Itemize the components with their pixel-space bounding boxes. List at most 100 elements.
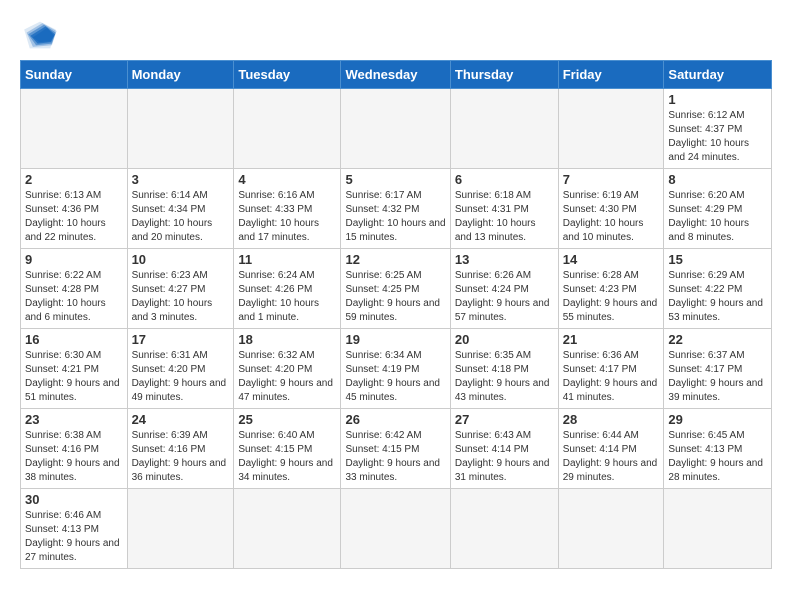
day-cell: 17 Sunrise: 6:31 AM Sunset: 4:20 PM Dayli… [127, 329, 234, 409]
day-cell [127, 489, 234, 569]
page-header [20, 20, 772, 50]
week-row-0: 1Sunrise: 6:12 AM Sunset: 4:37 PM Daylig… [21, 89, 772, 169]
day-info: Sunrise: 6:39 AM Sunset: 4:16 PM Dayligh… [132, 429, 230, 485]
day-cell [21, 89, 128, 169]
day-number: 24 [132, 412, 230, 427]
day-info: Sunrise: 6:42 AM Sunset: 4:15 PM Dayligh… [345, 429, 445, 485]
day-number: 6 [455, 172, 554, 187]
day-cell: 12 Sunrise: 6:25 AM Sunset: 4:25 PM Dayli… [341, 249, 450, 329]
day-cell [234, 89, 341, 169]
day-cell [450, 89, 558, 169]
day-info: Sunrise: 6:44 AM Sunset: 4:14 PM Dayligh… [563, 429, 660, 485]
day-cell: 22Sunrise: 6:37 AM Sunset: 4:17 PM Dayli… [664, 329, 772, 409]
day-info: Sunrise: 6:13 AM Sunset: 4:36 PM Dayligh… [25, 189, 123, 245]
day-number: 5 [345, 172, 445, 187]
day-number: 4 [238, 172, 336, 187]
day-info: Sunrise: 6:16 AM Sunset: 4:33 PM Dayligh… [238, 189, 336, 245]
day-cell: 11 Sunrise: 6:24 AM Sunset: 4:26 PM Dayli… [234, 249, 341, 329]
day-cell: 23 Sunrise: 6:38 AM Sunset: 4:16 PM Dayli… [21, 409, 128, 489]
day-number: 12 [345, 252, 445, 267]
day-number: 13 [455, 252, 554, 267]
day-number: 3 [132, 172, 230, 187]
day-number: 17 [132, 332, 230, 347]
day-cell: 27 Sunrise: 6:43 AM Sunset: 4:14 PM Dayli… [450, 409, 558, 489]
day-cell: 3Sunrise: 6:14 AM Sunset: 4:34 PM Daylig… [127, 169, 234, 249]
weekday-header-friday: Friday [558, 61, 664, 89]
day-number: 27 [455, 412, 554, 427]
day-info: Sunrise: 6:18 AM Sunset: 4:31 PM Dayligh… [455, 189, 554, 245]
day-info: Sunrise: 6:46 AM Sunset: 4:13 PM Dayligh… [25, 509, 123, 565]
logo [20, 20, 66, 50]
day-info: Sunrise: 6:29 AM Sunset: 4:22 PM Dayligh… [668, 269, 767, 325]
day-cell [341, 89, 450, 169]
day-cell: 19Sunrise: 6:34 AM Sunset: 4:19 PM Dayli… [341, 329, 450, 409]
day-number: 20 [455, 332, 554, 347]
day-number: 21 [563, 332, 660, 347]
day-info: Sunrise: 6:36 AM Sunset: 4:17 PM Dayligh… [563, 349, 660, 405]
day-info: Sunrise: 6:20 AM Sunset: 4:29 PM Dayligh… [668, 189, 767, 245]
day-cell [234, 489, 341, 569]
day-number: 25 [238, 412, 336, 427]
week-row-1: 2Sunrise: 6:13 AM Sunset: 4:36 PM Daylig… [21, 169, 772, 249]
day-cell: 9 Sunrise: 6:22 AM Sunset: 4:28 PM Daylig… [21, 249, 128, 329]
day-cell [127, 89, 234, 169]
day-number: 23 [25, 412, 123, 427]
day-cell [558, 489, 664, 569]
day-info: Sunrise: 6:35 AM Sunset: 4:18 PM Dayligh… [455, 349, 554, 405]
day-info: Sunrise: 6:45 AM Sunset: 4:13 PM Dayligh… [668, 429, 767, 485]
day-info: Sunrise: 6:22 AM Sunset: 4:28 PM Dayligh… [25, 269, 123, 325]
day-number: 16 [25, 332, 123, 347]
day-number: 1 [668, 92, 767, 107]
day-info: Sunrise: 6:28 AM Sunset: 4:23 PM Dayligh… [563, 269, 660, 325]
day-cell: 18Sunrise: 6:32 AM Sunset: 4:20 PM Dayli… [234, 329, 341, 409]
day-cell [558, 89, 664, 169]
week-row-3: 16 Sunrise: 6:30 AM Sunset: 4:21 PM Dayli… [21, 329, 772, 409]
day-info: Sunrise: 6:23 AM Sunset: 4:27 PM Dayligh… [132, 269, 230, 325]
day-cell: 24 Sunrise: 6:39 AM Sunset: 4:16 PM Dayli… [127, 409, 234, 489]
day-info: Sunrise: 6:30 AM Sunset: 4:21 PM Dayligh… [25, 349, 123, 405]
day-info: Sunrise: 6:25 AM Sunset: 4:25 PM Dayligh… [345, 269, 445, 325]
weekday-header-tuesday: Tuesday [234, 61, 341, 89]
day-cell: 5Sunrise: 6:17 AM Sunset: 4:32 PM Daylig… [341, 169, 450, 249]
week-row-5: 30 Sunrise: 6:46 AM Sunset: 4:13 PM Dayli… [21, 489, 772, 569]
day-info: Sunrise: 6:43 AM Sunset: 4:14 PM Dayligh… [455, 429, 554, 485]
weekday-header-thursday: Thursday [450, 61, 558, 89]
day-cell: 25 Sunrise: 6:40 AM Sunset: 4:15 PM Dayli… [234, 409, 341, 489]
day-cell: 28Sunrise: 6:44 AM Sunset: 4:14 PM Dayli… [558, 409, 664, 489]
day-cell: 15 Sunrise: 6:29 AM Sunset: 4:22 PM Dayli… [664, 249, 772, 329]
day-cell: 29 Sunrise: 6:45 AM Sunset: 4:13 PM Dayli… [664, 409, 772, 489]
day-number: 9 [25, 252, 123, 267]
day-cell: 10 Sunrise: 6:23 AM Sunset: 4:27 PM Dayli… [127, 249, 234, 329]
weekday-header-wednesday: Wednesday [341, 61, 450, 89]
day-cell: 1Sunrise: 6:12 AM Sunset: 4:37 PM Daylig… [664, 89, 772, 169]
day-info: Sunrise: 6:40 AM Sunset: 4:15 PM Dayligh… [238, 429, 336, 485]
day-cell: 8 Sunrise: 6:20 AM Sunset: 4:29 PM Daylig… [664, 169, 772, 249]
day-number: 14 [563, 252, 660, 267]
day-number: 10 [132, 252, 230, 267]
day-cell: 30 Sunrise: 6:46 AM Sunset: 4:13 PM Dayli… [21, 489, 128, 569]
day-number: 29 [668, 412, 767, 427]
day-number: 15 [668, 252, 767, 267]
day-number: 8 [668, 172, 767, 187]
day-info: Sunrise: 6:31 AM Sunset: 4:20 PM Dayligh… [132, 349, 230, 405]
day-cell: 2Sunrise: 6:13 AM Sunset: 4:36 PM Daylig… [21, 169, 128, 249]
day-cell: 7Sunrise: 6:19 AM Sunset: 4:30 PM Daylig… [558, 169, 664, 249]
day-info: Sunrise: 6:38 AM Sunset: 4:16 PM Dayligh… [25, 429, 123, 485]
calendar: SundayMondayTuesdayWednesdayThursdayFrid… [20, 60, 772, 569]
day-number: 22 [668, 332, 767, 347]
day-cell: 14 Sunrise: 6:28 AM Sunset: 4:23 PM Dayli… [558, 249, 664, 329]
day-cell: 13 Sunrise: 6:26 AM Sunset: 4:24 PM Dayli… [450, 249, 558, 329]
day-number: 11 [238, 252, 336, 267]
week-row-4: 23 Sunrise: 6:38 AM Sunset: 4:16 PM Dayli… [21, 409, 772, 489]
day-info: Sunrise: 6:26 AM Sunset: 4:24 PM Dayligh… [455, 269, 554, 325]
day-number: 26 [345, 412, 445, 427]
day-cell [664, 489, 772, 569]
day-info: Sunrise: 6:32 AM Sunset: 4:20 PM Dayligh… [238, 349, 336, 405]
day-cell: 20 Sunrise: 6:35 AM Sunset: 4:18 PM Dayli… [450, 329, 558, 409]
day-cell: 21 Sunrise: 6:36 AM Sunset: 4:17 PM Dayli… [558, 329, 664, 409]
day-number: 7 [563, 172, 660, 187]
day-number: 30 [25, 492, 123, 507]
weekday-header-saturday: Saturday [664, 61, 772, 89]
day-info: Sunrise: 6:24 AM Sunset: 4:26 PM Dayligh… [238, 269, 336, 325]
weekday-header-sunday: Sunday [21, 61, 128, 89]
